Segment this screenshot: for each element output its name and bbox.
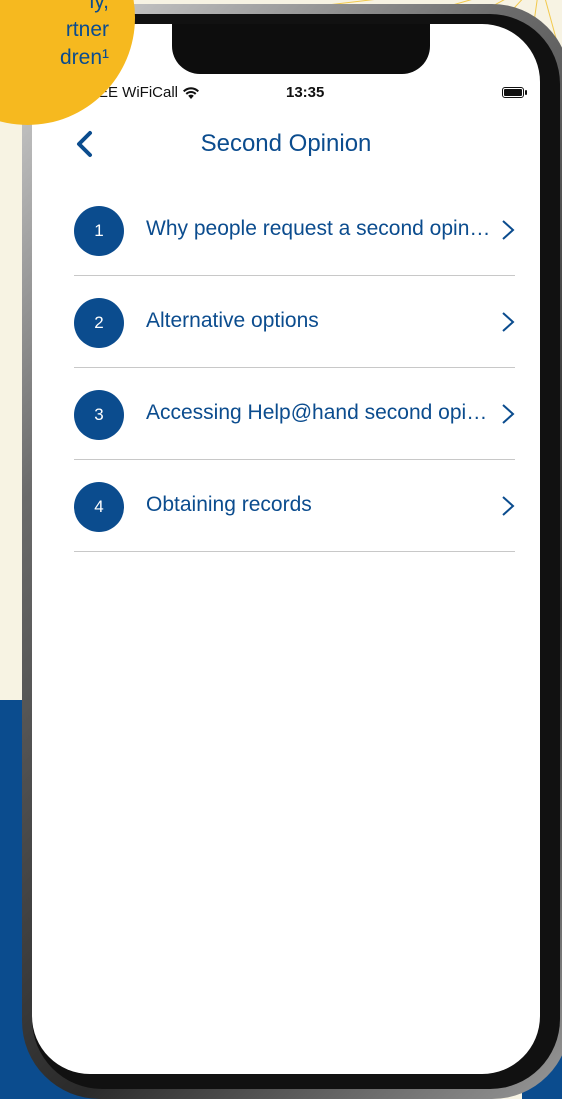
status-time: 13:35 [286, 84, 325, 101]
list-item-label: Why people request a second opinion [146, 217, 494, 240]
topic-list: 1 Why people request a second opinion 2 … [74, 184, 515, 552]
list-item-why-second-opinion[interactable]: 1 Why people request a second opinion [74, 184, 515, 276]
list-item-accessing-help[interactable]: 3 Accessing Help@hand second opinion [74, 368, 515, 460]
number-badge: 4 [74, 482, 124, 532]
list-item-alternative-options[interactable]: 2 Alternative options [74, 276, 515, 368]
number-badge: 1 [74, 206, 124, 256]
phone-notch [172, 24, 430, 74]
list-item-label: Obtaining records [146, 493, 312, 516]
number-badge: 3 [74, 390, 124, 440]
chevron-right-icon [502, 220, 515, 240]
list-item-label: Accessing Help@hand second opinion [146, 401, 494, 424]
page: EE WiFiCall 13:35 Second Opinion 1 Why p… [0, 0, 562, 1099]
chevron-right-icon [502, 404, 515, 424]
nav-bar: Second Opinion [32, 124, 540, 164]
number-badge: 2 [74, 298, 124, 348]
chevron-right-icon [502, 496, 515, 516]
carrier-name: EE WiFiCall [98, 84, 179, 101]
chevron-right-icon [502, 312, 515, 332]
phone-screen: EE WiFiCall 13:35 Second Opinion 1 Why p… [32, 24, 540, 1074]
promo-badge-line: ly, [89, 0, 109, 13]
wifi-icon [183, 86, 200, 99]
promo-badge-line: dren¹ [59, 46, 109, 69]
page-title: Second Opinion [200, 130, 372, 157]
battery-icon [502, 87, 527, 98]
promo-badge-line: rtner [65, 18, 109, 41]
list-item-label: Alternative options [146, 309, 319, 332]
list-item-obtaining-records[interactable]: 4 Obtaining records [74, 460, 515, 552]
